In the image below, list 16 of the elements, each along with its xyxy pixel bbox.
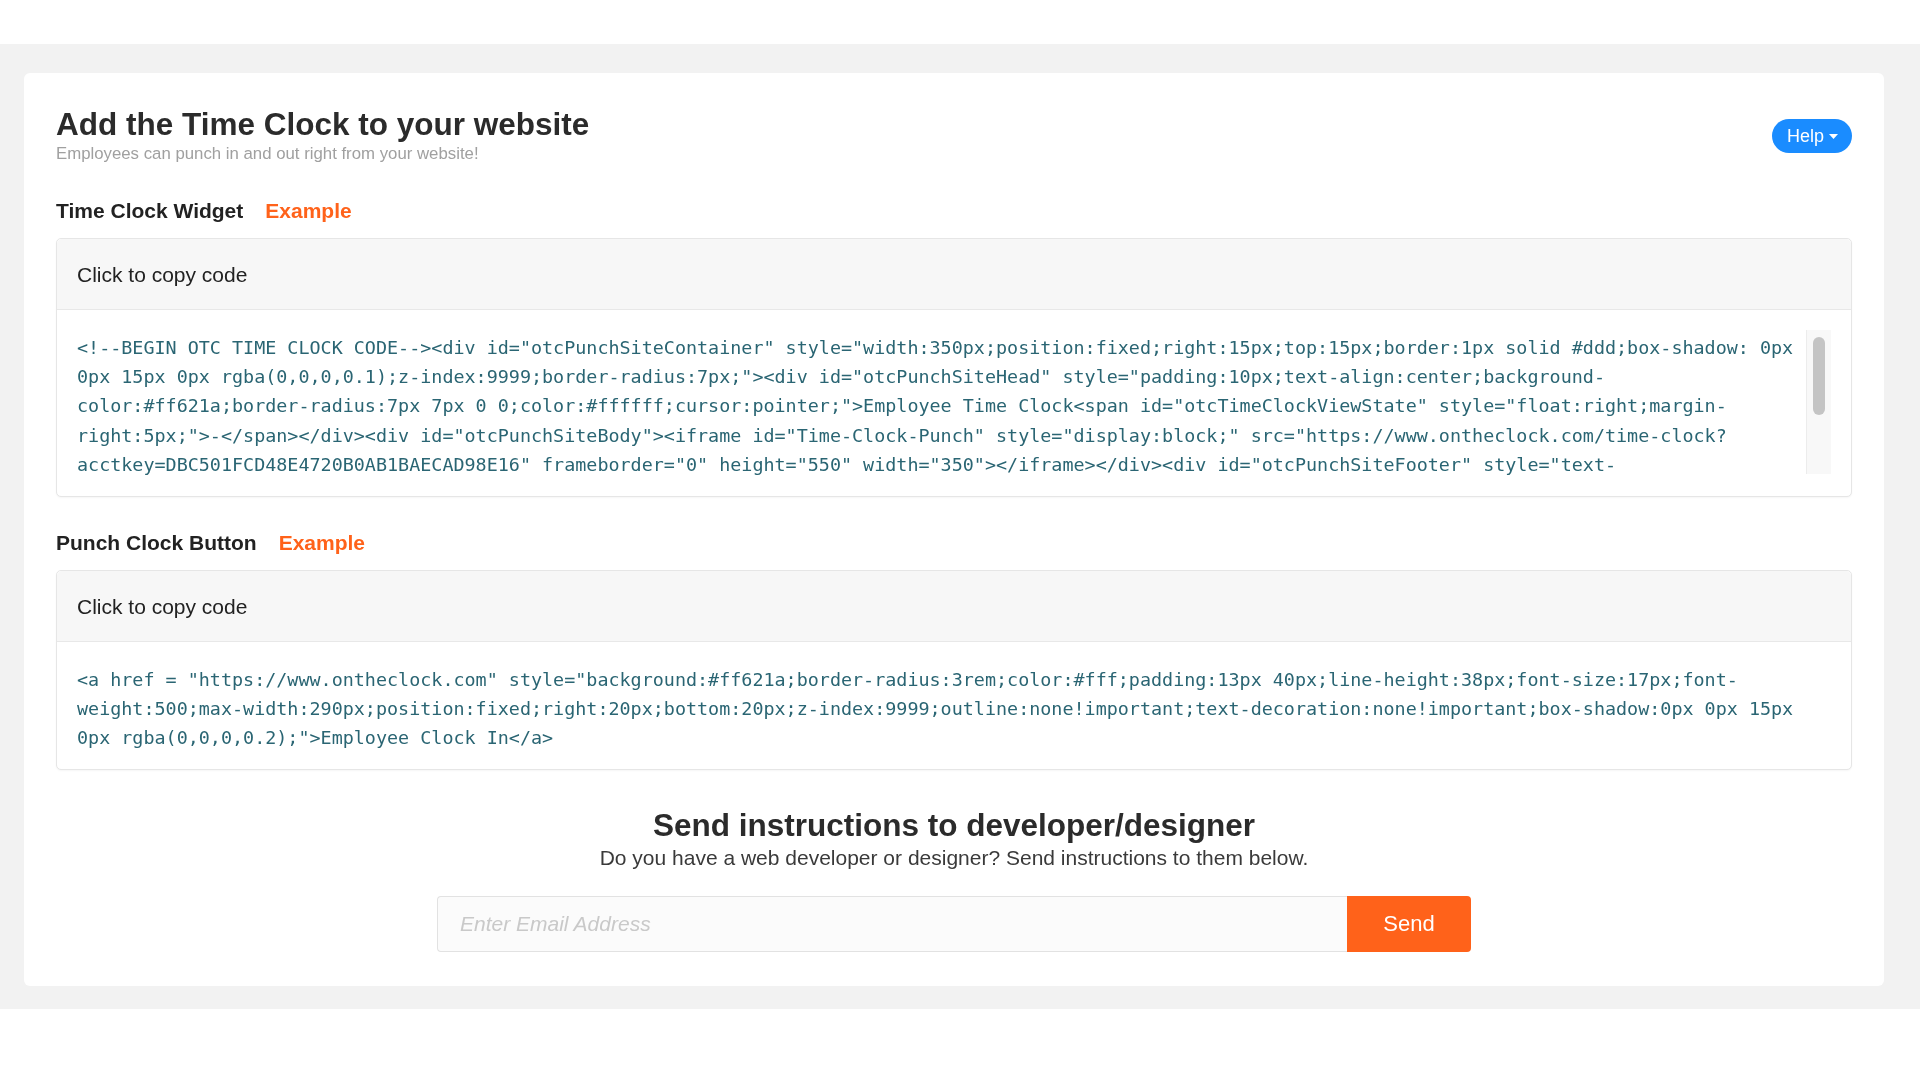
scrollbar[interactable]	[1806, 330, 1831, 474]
send-title: Send instructions to developer/designer	[652, 806, 1256, 843]
example-link[interactable]: Example	[278, 530, 366, 556]
copy-code-button[interactable]: Click to copy code	[57, 239, 1851, 310]
send-button[interactable]: Send	[1347, 895, 1471, 952]
embed-code: <!--BEGIN OTC TIME CLOCK CODE--><div id="otcPunchSiteContainer" style="width:350px;position:fixed;right:15px;top:15px;border:1px solid #ddd;box-shadow: 0px 0px 15px 0px rgba(0,0,0,0.1);z-index:9999;border-radius:7px;"><div id="otcPunchSiteHead" style="padding:10px;text-align:center;background-color:#ff621a;border-radius:7px 7px 0 0;color:#ffffff;cursor:pointer;">Employee Time Clock<span id="otcTimeClockViewState" style="float:right;margin-right:5px;">-</span></div><div id="otcPunchSiteBody"><iframe id="Time-Clock-Punch" style="display:block;" src="https://www.ontheclock.com/time-clock?acctkey=DBC501FCD48E4720B0AB1BAECAD98E16" frameborder="0" height="550" width="350"></iframe></div><div id="otcPunchSiteFooter" style="text-	[77, 335, 1795, 478]
caret-down-icon	[1829, 133, 1838, 139]
send-description: Do you have a web developer or designer? Send instructions to them below.	[599, 845, 1309, 871]
embed-code: <a href = "https://www.ontheclock.com" style="background:#ff621a;border-radius:3rem;color:#fff;padding:13px 40px;line-height:38px;font-size:17px;font-weight:500;max-width:290px;position:fixed;right:20px;bottom:20px;z-index:9999;outline:none!important;text-decoration:none!important;box-shadow:0px 0px 15px 0px rgba(0,0,0,0.2);">Employee Clock In</a>	[77, 667, 1795, 751]
page-subtitle: Employees can punch in and out right from your website!	[56, 144, 480, 164]
help-button[interactable]: Help	[1771, 119, 1852, 153]
example-link[interactable]: Example	[265, 198, 352, 223]
section-label: Punch Clock Button	[56, 530, 257, 556]
page-title: Add the Time Clock to your website	[56, 106, 590, 142]
section-label: Time Clock Widget	[56, 198, 244, 223]
copy-code-button[interactable]: Click to copy code	[57, 571, 1851, 643]
